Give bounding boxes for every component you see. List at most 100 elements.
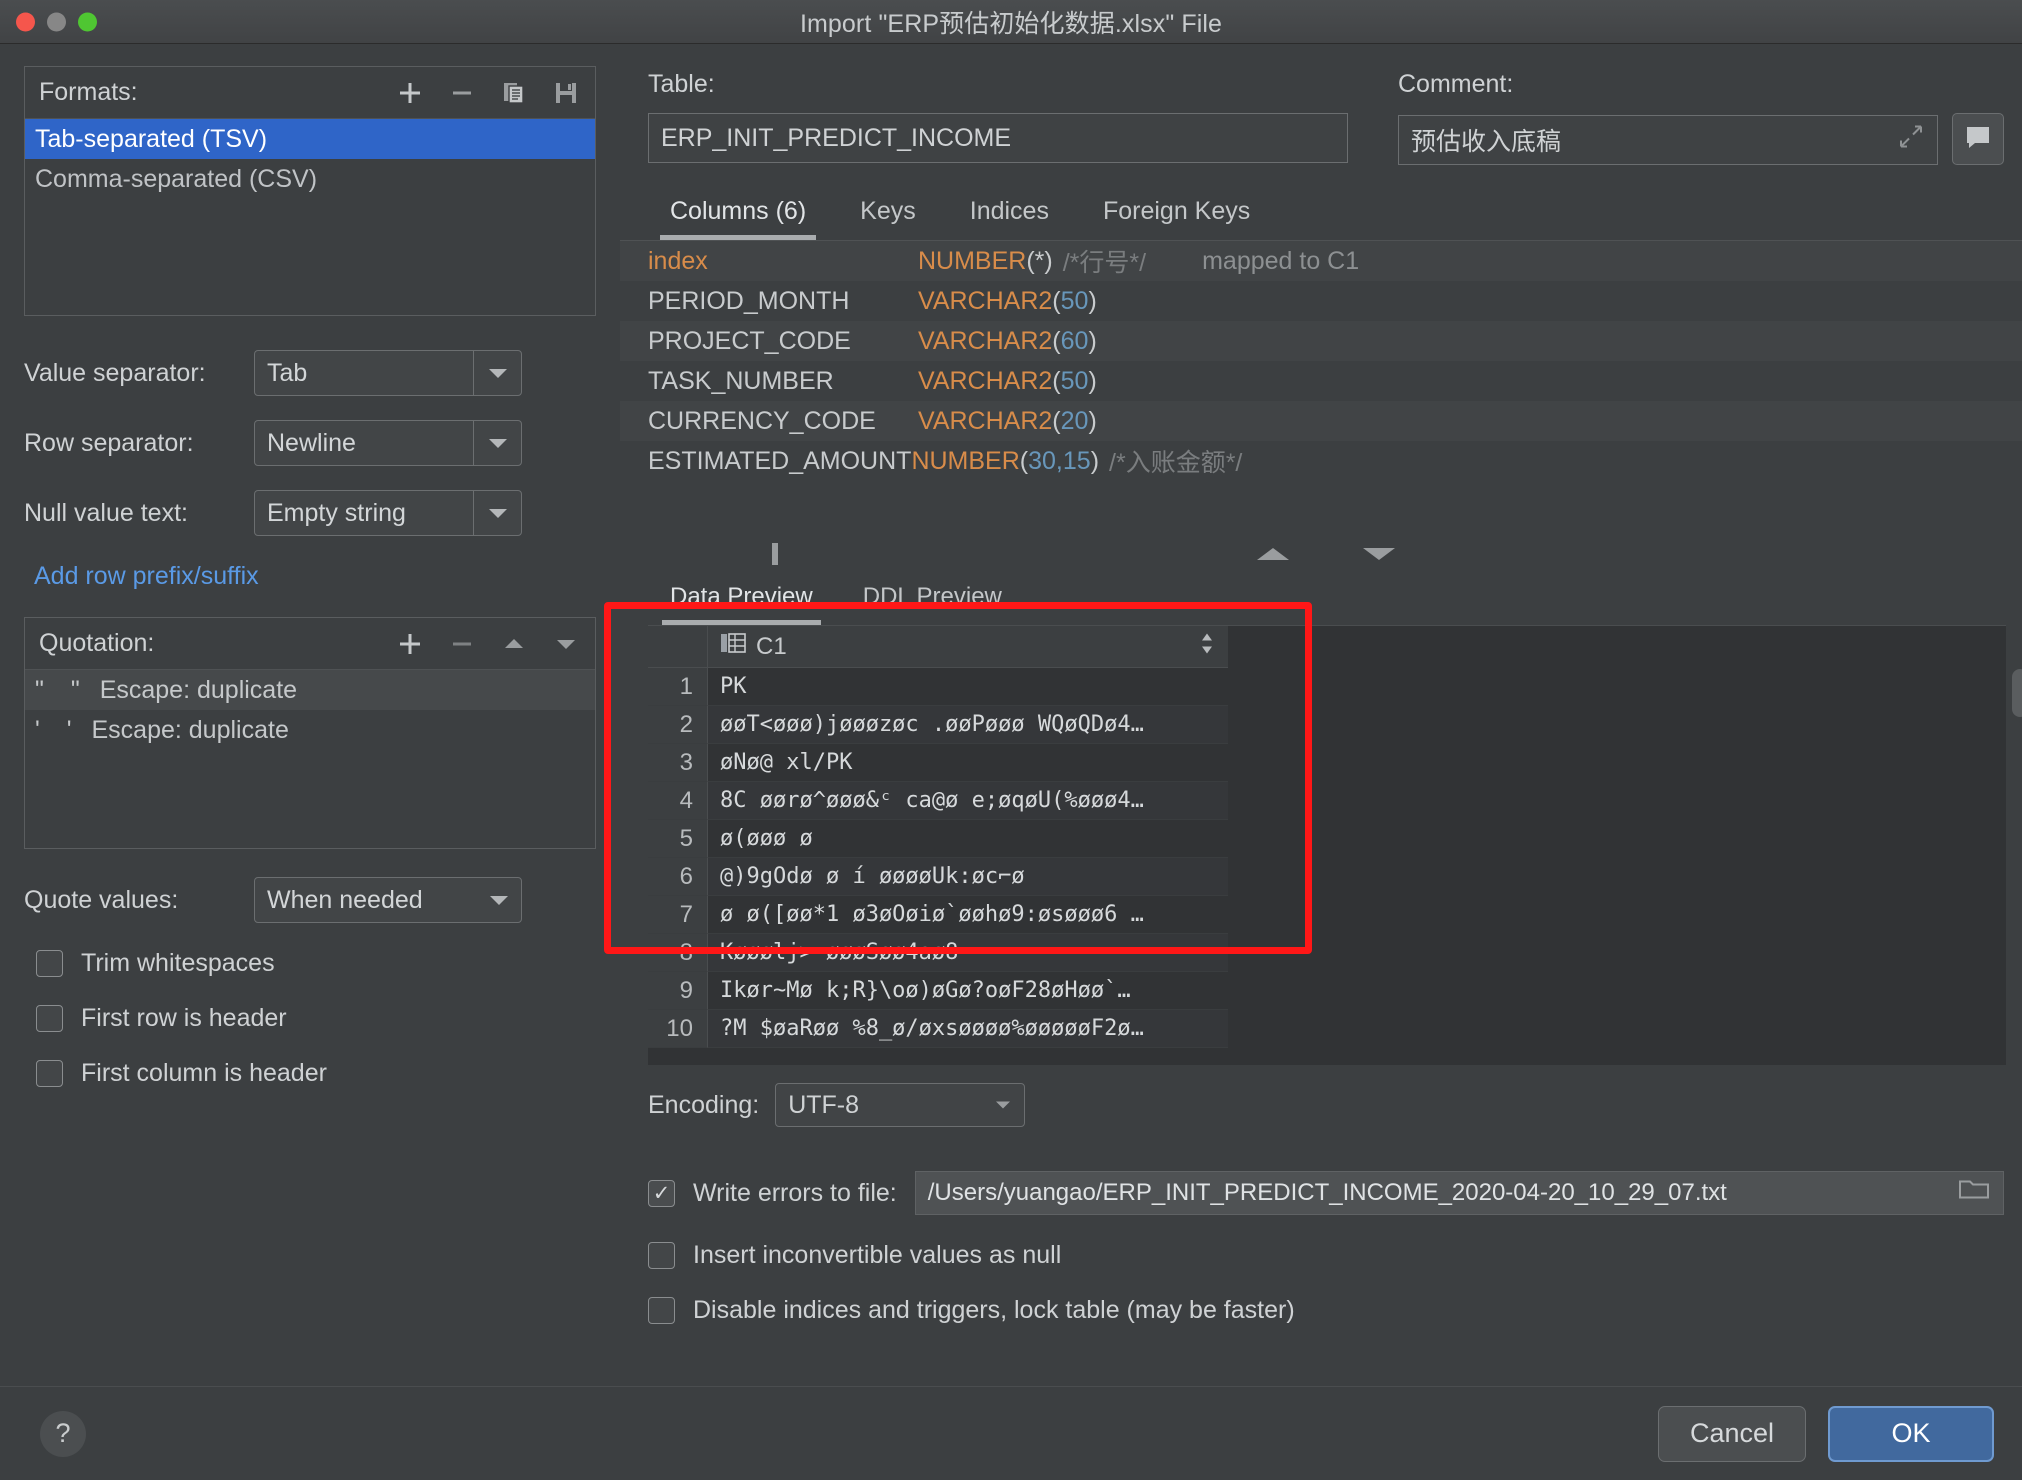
column-row[interactable]: TASK_NUMBER VARCHAR2(50) — [620, 361, 2022, 401]
encoding-label: Encoding: — [648, 1090, 760, 1119]
column-row[interactable]: PROJECT_CODE VARCHAR2(60) — [620, 321, 2022, 361]
grid-row[interactable]: 2 øøT<øøø)jøøøzøc .øøPøøø WQøQDø4… — [648, 706, 1228, 744]
quotation-item-single[interactable]: ' ' Escape: duplicate — [25, 710, 595, 750]
grid-row[interactable]: 9 Ikør~Mø k;R}\oø)øGø?oøF28øHøø`… — [648, 972, 1228, 1010]
tab-columns[interactable]: Columns (6) — [648, 191, 828, 240]
null-value-text-label: Null value text: — [24, 498, 188, 527]
value-separator-combo[interactable]: Tab — [254, 350, 522, 396]
column-row[interactable]: index NUMBER(*) /*行号*/ mapped to C1 — [620, 241, 2022, 281]
splitter-collapse-up-icon[interactable] — [1257, 548, 1289, 560]
table-name-input[interactable]: ERP_INIT_PREDICT_INCOME — [648, 113, 1348, 163]
grid-row[interactable]: 8 Køøølj> øøøSøø4aø8 — [648, 934, 1228, 972]
columns-list: index NUMBER(*) /*行号*/ mapped to C1 PERI… — [620, 241, 2022, 481]
chevron-down-icon[interactable] — [473, 421, 521, 465]
grid-row[interactable]: 6 @)9gOdø ø í øøøøUk:øc⌐ø — [648, 858, 1228, 896]
row-value: ?M $øaRøø %8_ø/øxsøøøø%øøøøøF2ø… — [708, 1010, 1228, 1048]
formats-list[interactable]: Tab-separated (TSV) Comma-separated (CSV… — [25, 119, 595, 315]
quote-values-combo[interactable]: When needed — [254, 877, 522, 923]
plus-icon[interactable] — [395, 78, 425, 108]
first-row-is-header-checkbox[interactable] — [36, 1005, 63, 1032]
splitter-collapse-down-icon[interactable] — [1363, 548, 1395, 560]
row-value: Køøølj> øøøSøø4aø8 — [708, 934, 1228, 972]
first-column-is-header-row[interactable]: First column is header — [36, 1059, 620, 1088]
row-number: 7 — [648, 896, 708, 934]
zoom-button[interactable] — [78, 12, 97, 31]
insert-inconvertible-values-checkbox[interactable] — [648, 1242, 675, 1269]
row-separator-combo[interactable]: Newline — [254, 420, 522, 466]
encoding-combo[interactable]: UTF-8 — [775, 1083, 1026, 1127]
column-comment: /*入账金额*/ — [1109, 449, 1243, 477]
minus-icon[interactable] — [447, 629, 477, 659]
grid-row[interactable]: 10 ?M $øaRøø %8_ø/øxsøøøø%øøøøøF2ø… — [648, 1010, 1228, 1048]
comment-bubble-button[interactable] — [1952, 113, 2004, 165]
value-separator-row: Value separator: Tab — [24, 350, 596, 396]
chevron-down-icon[interactable] — [477, 878, 521, 922]
panel-splitter[interactable] — [620, 537, 2022, 571]
column-row[interactable]: ESTIMATED_AMOUNT NUMBER(30,15) /*入账金额*/ — [620, 441, 2022, 481]
comment-input[interactable]: 预估收入底稿 — [1398, 115, 1938, 165]
tab-keys[interactable]: Keys — [838, 191, 938, 240]
grid-row[interactable]: 1 PK — [648, 668, 1228, 706]
format-item-tsv[interactable]: Tab-separated (TSV) — [25, 119, 595, 159]
minimize-button[interactable] — [47, 12, 66, 31]
column-type: NUMBER — [911, 446, 1020, 475]
format-item-csv[interactable]: Comma-separated (CSV) — [25, 159, 595, 199]
minus-icon[interactable] — [447, 78, 477, 108]
grid-row[interactable]: 5 ø(øøø ø — [648, 820, 1228, 858]
quotation-header: Quotation: — [25, 618, 595, 670]
data-preview-grid[interactable]: C1 1 PK 2 øøT<øøø)jøøøzøc .øøPøøø WQøQDø… — [648, 625, 1228, 1065]
trim-whitespaces-checkbox[interactable] — [36, 950, 63, 977]
column-row[interactable]: CURRENCY_CODE VARCHAR2(20) — [620, 401, 2022, 441]
comment-value: 预估收入底稿 — [1411, 128, 1562, 156]
cancel-button[interactable]: Cancel — [1658, 1405, 1806, 1462]
chevron-down-icon[interactable] — [996, 1101, 1011, 1109]
null-value-text-combo[interactable]: Empty string — [254, 490, 522, 536]
triangle-down-icon[interactable] — [551, 629, 581, 659]
row-value: @)9gOdø ø í øøøøUk:øc⌐ø — [708, 858, 1228, 896]
copy-icon[interactable] — [499, 78, 529, 108]
grid-row[interactable]: 4 8C øørø^øøø&ᶜ ca@ø e;øqøU(%øøø4… — [648, 782, 1228, 820]
add-row-prefix-suffix-link[interactable]: Add row prefix/suffix — [34, 562, 259, 591]
plus-icon[interactable] — [395, 629, 425, 659]
close-button[interactable] — [16, 12, 35, 31]
null-value-text-value: Empty string — [267, 498, 406, 527]
triangle-up-icon[interactable] — [499, 629, 529, 659]
first-row-is-header-row[interactable]: First row is header — [36, 1004, 620, 1033]
encoding-row: Encoding: UTF-8 — [620, 1065, 2022, 1127]
quote-values-row: Quote values: When needed — [24, 877, 596, 923]
disable-indices-triggers-checkbox[interactable] — [648, 1297, 675, 1324]
column-row[interactable]: PERIOD_MONTH VARCHAR2(50) — [620, 281, 2022, 321]
quotation-item-double[interactable]: " " Escape: duplicate — [25, 670, 595, 710]
column-size: * — [1034, 246, 1045, 275]
chevron-down-icon[interactable] — [473, 351, 521, 395]
grid-column-header-c1[interactable]: C1 — [708, 631, 1228, 662]
formats-header: Formats: — [25, 67, 595, 119]
quotation-list[interactable]: " " Escape: duplicate ' ' Escape: duplicat… — [25, 670, 595, 848]
chevron-down-icon[interactable] — [473, 491, 521, 535]
column-comment: /*行号*/ — [1062, 249, 1147, 277]
data-preview-grid-wrap: C1 1 PK 2 øøT<øøø)jøøøzøc .øøPøøø WQøQDø… — [648, 625, 2022, 1065]
first-column-is-header-checkbox[interactable] — [36, 1060, 63, 1087]
folder-browse-icon[interactable] — [1959, 1178, 1989, 1209]
row-number: 4 — [648, 782, 708, 820]
quotation-label: Quotation: — [39, 629, 155, 657]
row-value: 8C øørø^øøø&ᶜ ca@ø e;øqøU(%øøø4… — [708, 782, 1228, 820]
scrollbar-thumb[interactable] — [2012, 669, 2022, 717]
grid-header-row: C1 — [648, 626, 1228, 668]
save-icon[interactable] — [551, 78, 581, 108]
error-file-path-input[interactable]: /Users/yuangao/ERP_INIT_PREDICT_INCOME_2… — [914, 1171, 2004, 1215]
tab-foreign-keys[interactable]: Foreign Keys — [1081, 191, 1272, 240]
write-errors-to-file-checkbox[interactable]: ✓ — [648, 1179, 675, 1207]
ok-button[interactable]: OK — [1828, 1405, 1994, 1462]
tab-data-preview[interactable]: Data Preview — [648, 577, 835, 625]
sort-updown-icon[interactable] — [1198, 630, 1216, 663]
grid-row[interactable]: 7 ø ø([øø*1 ø3øOøiø`øøhø9:øsøøø6 … — [648, 896, 1228, 934]
tab-ddl-preview[interactable]: DDL Preview — [841, 577, 1024, 625]
trim-whitespaces-row[interactable]: Trim whitespaces — [36, 949, 620, 978]
expand-diagonal-icon[interactable] — [1897, 123, 1925, 158]
splitter-grip-icon[interactable] — [772, 543, 778, 565]
tab-indices[interactable]: Indices — [948, 191, 1071, 240]
grid-row[interactable]: 3 øNø@ xl/PK — [648, 744, 1228, 782]
preview-vertical-scrollbar[interactable] — [2006, 625, 2022, 1065]
help-button[interactable]: ? — [40, 1410, 86, 1457]
